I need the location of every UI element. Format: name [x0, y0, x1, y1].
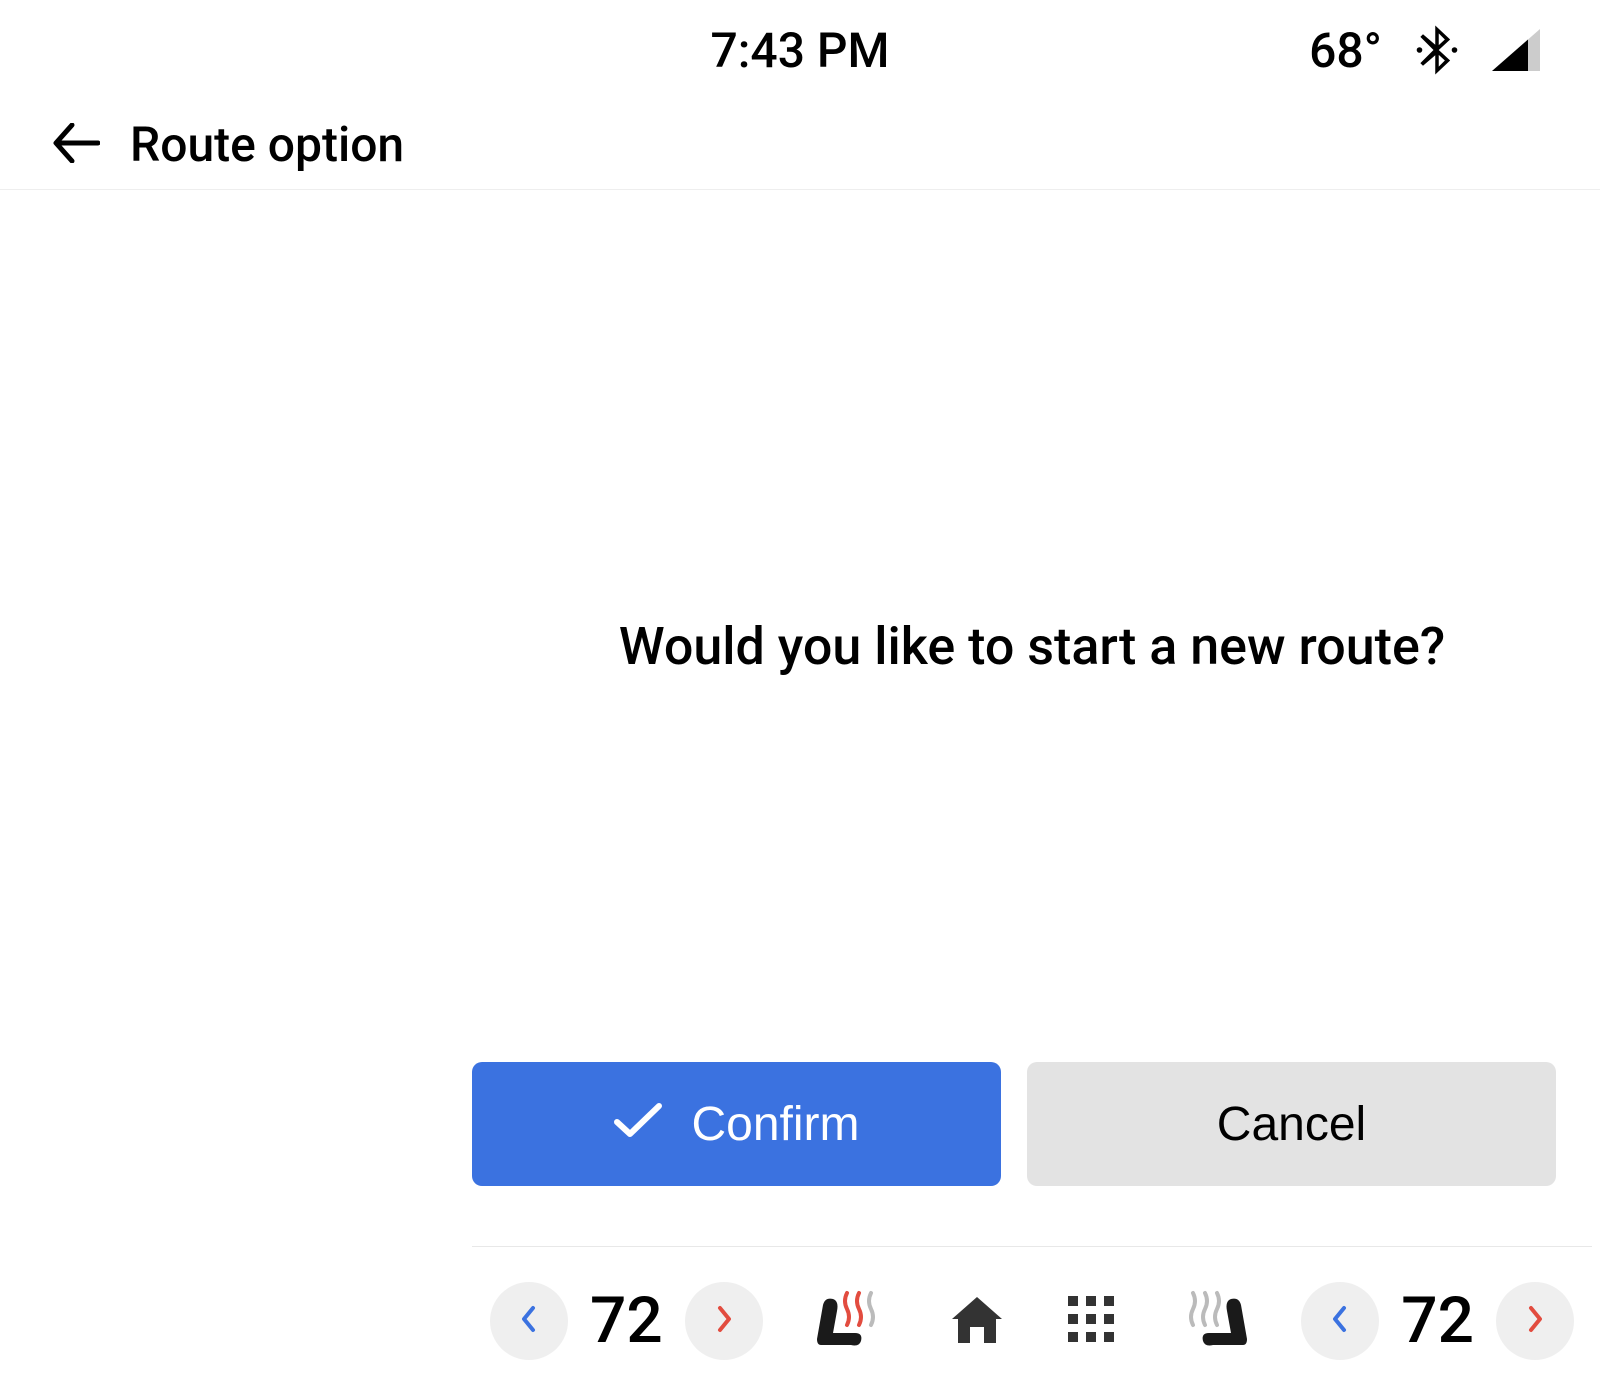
dialog-prompt: Would you like to start a new route? [619, 576, 1445, 677]
climate-bar: 72 [472, 1246, 1592, 1394]
cancel-button[interactable]: Cancel [1027, 1062, 1556, 1186]
page-title: Route option [130, 116, 404, 173]
left-temp-up-button[interactable] [685, 1282, 763, 1360]
cancel-label: Cancel [1217, 1097, 1366, 1152]
climate-left: 72 [490, 1282, 881, 1360]
right-temp-down-button[interactable] [1301, 1282, 1379, 1360]
chevron-left-icon [520, 1305, 538, 1336]
home-button[interactable] [948, 1293, 1006, 1348]
right-temperature: 72 [1401, 1283, 1474, 1358]
status-time: 7:43 PM [710, 22, 889, 79]
signal-icon [1492, 29, 1540, 71]
status-bar: 7:43 PM 68° [0, 0, 1600, 100]
chevron-right-icon [1526, 1305, 1544, 1336]
right-temp-up-button[interactable] [1496, 1282, 1574, 1360]
seat-heat-right-icon [1183, 1287, 1253, 1354]
check-icon [613, 1097, 663, 1152]
outdoor-temperature: 68° [1309, 22, 1382, 79]
chevron-right-icon [715, 1305, 733, 1336]
apps-grid-icon [1066, 1294, 1116, 1347]
confirm-button[interactable]: Confirm [472, 1062, 1001, 1186]
bluetooth-icon [1416, 25, 1458, 75]
confirm-label: Confirm [691, 1097, 859, 1152]
left-temp-down-button[interactable] [490, 1282, 568, 1360]
left-seat-heat-button[interactable] [811, 1287, 881, 1354]
chevron-left-icon [1331, 1305, 1349, 1336]
page-header: Route option [0, 100, 1600, 190]
right-seat-heat-button[interactable] [1183, 1287, 1253, 1354]
climate-right: 72 [1183, 1282, 1574, 1360]
seat-heat-left-icon [811, 1287, 881, 1354]
home-icon [948, 1293, 1006, 1348]
back-button[interactable] [50, 119, 102, 171]
arrow-left-icon [52, 123, 100, 166]
left-temperature: 72 [590, 1283, 663, 1358]
apps-button[interactable] [1066, 1294, 1116, 1347]
